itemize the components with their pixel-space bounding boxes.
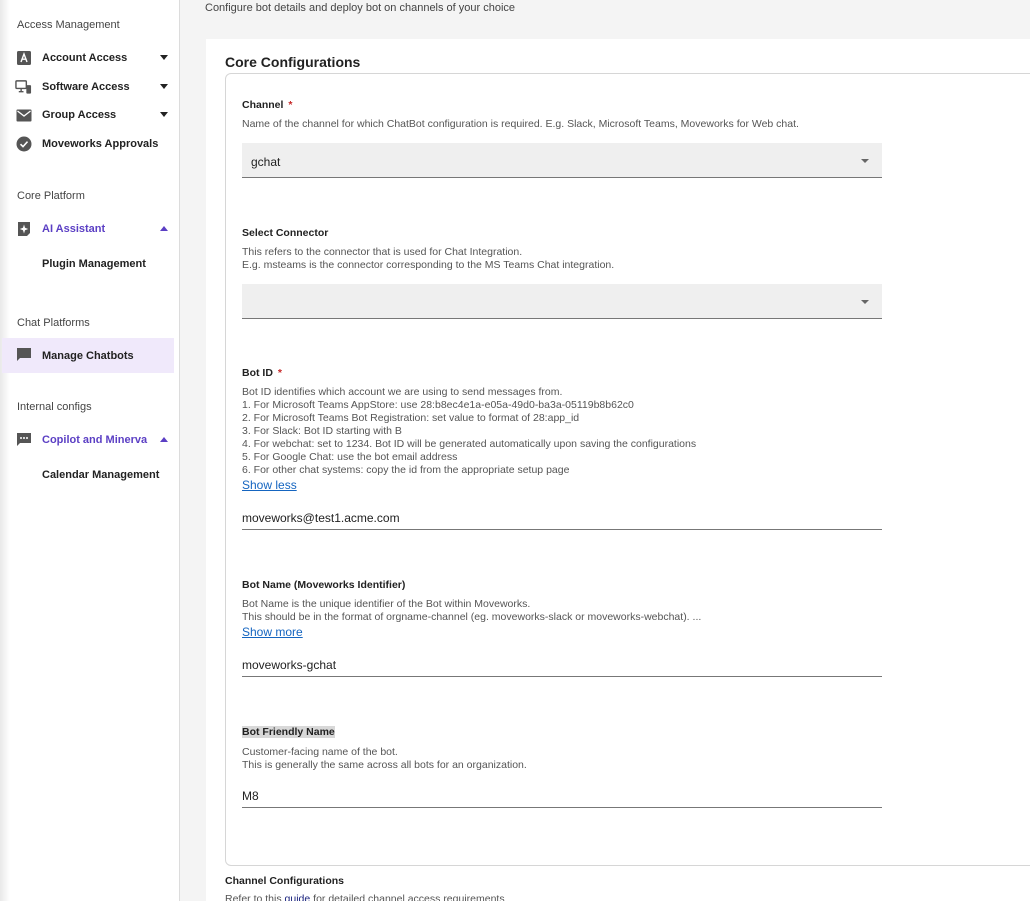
bot-name-input[interactable]: moveworks-gchat bbox=[242, 655, 882, 677]
sidebar-item-label: Copilot and Minerva bbox=[42, 434, 148, 446]
channel-select-value: gchat bbox=[251, 155, 281, 169]
section-access-management: Access Management bbox=[17, 19, 120, 31]
chat-bubble-icon bbox=[15, 347, 32, 363]
sidebar-item-label: Manage Chatbots bbox=[42, 349, 134, 362]
sidebar-item-software-access[interactable]: Software Access bbox=[0, 73, 174, 101]
sidebar-item-ai-assistant[interactable]: AI Assistant bbox=[0, 215, 174, 243]
bot-friendly-name-description: Customer-facing name of the bot. This is… bbox=[242, 746, 527, 771]
section-chat-platforms: Chat Platforms bbox=[17, 317, 90, 329]
sidebar-item-label: Software Access bbox=[42, 81, 130, 93]
bot-name-description: Bot Name is the unique identifier of the… bbox=[242, 598, 702, 623]
dropdown-arrow-icon bbox=[861, 159, 869, 163]
dropdown-arrow-icon bbox=[861, 300, 869, 304]
required-mark: * bbox=[277, 367, 283, 379]
bot-id-label: Bot ID * bbox=[242, 367, 283, 379]
monitor-icon bbox=[15, 79, 32, 95]
sidebar-item-account-access[interactable]: Account Access bbox=[0, 44, 174, 72]
show-more-link[interactable]: Show more bbox=[242, 625, 303, 639]
channel-description: Name of the channel for which ChatBot co… bbox=[242, 118, 799, 130]
sidebar-item-group-access[interactable]: Group Access bbox=[0, 101, 174, 129]
chat-dots-icon bbox=[15, 432, 32, 448]
bot-friendly-name-input[interactable]: M8 bbox=[242, 786, 882, 808]
bot-friendly-name-label: Bot Friendly Name bbox=[242, 726, 335, 738]
chevron-down-icon[interactable] bbox=[160, 84, 168, 89]
required-mark: * bbox=[288, 99, 293, 111]
bot-name-label: Bot Name (Moveworks Identifier) bbox=[242, 579, 406, 591]
sidebar-item-moveworks-approvals[interactable]: Moveworks Approvals bbox=[0, 130, 174, 158]
chevron-up-icon[interactable] bbox=[160, 437, 168, 442]
guide-link[interactable]: guide bbox=[285, 893, 311, 901]
channel-config-title: Channel Configurations bbox=[225, 875, 344, 887]
mail-icon bbox=[15, 107, 32, 123]
chevron-down-icon[interactable] bbox=[160, 55, 168, 60]
channel-config-description: Refer to this guide for detailed channel… bbox=[225, 893, 505, 901]
ai-sparkle-icon bbox=[15, 221, 32, 237]
sidebar-subitem-calendar-management[interactable]: Calendar Management bbox=[42, 469, 159, 481]
main-content: Configure bot details and deploy bot on … bbox=[181, 0, 1030, 901]
sidebar-item-label: Moveworks Approvals bbox=[42, 138, 159, 150]
sidebar-item-label: Group Access bbox=[42, 109, 117, 121]
connector-label: Select Connector bbox=[242, 227, 329, 239]
chevron-up-icon[interactable] bbox=[160, 226, 168, 231]
sidebar-item-copilot-minerva[interactable]: Copilot and Minerva bbox=[0, 426, 174, 454]
section-internal-configs: Internal configs bbox=[17, 401, 92, 413]
page-subtitle: Configure bot details and deploy bot on … bbox=[205, 2, 516, 14]
check-circle-icon bbox=[15, 136, 32, 152]
section-core-platform: Core Platform bbox=[17, 190, 85, 202]
sidebar-subitem-plugin-management[interactable]: Plugin Management bbox=[42, 258, 146, 270]
bot-id-input[interactable]: moveworks@test1.acme.com bbox=[242, 508, 882, 530]
channel-select[interactable]: gchat bbox=[242, 143, 882, 178]
account-letter-icon bbox=[15, 50, 32, 66]
sidebar-item-label: AI Assistant bbox=[42, 223, 106, 235]
connector-select[interactable] bbox=[242, 284, 882, 319]
card-title: Core Configurations bbox=[225, 54, 361, 70]
connector-description: This refers to the connector that is use… bbox=[242, 246, 615, 271]
sidebar: Access Management Account Access Softwar… bbox=[0, 0, 180, 901]
sidebar-item-manage-chatbots[interactable]: Manage Chatbots bbox=[2, 338, 174, 373]
show-less-link[interactable]: Show less bbox=[242, 478, 297, 492]
sidebar-item-label: Account Access bbox=[42, 52, 128, 64]
bot-id-description: Bot ID identifies which account we are u… bbox=[242, 386, 697, 476]
chevron-down-icon[interactable] bbox=[160, 112, 168, 117]
channel-label: Channel * bbox=[242, 99, 293, 111]
